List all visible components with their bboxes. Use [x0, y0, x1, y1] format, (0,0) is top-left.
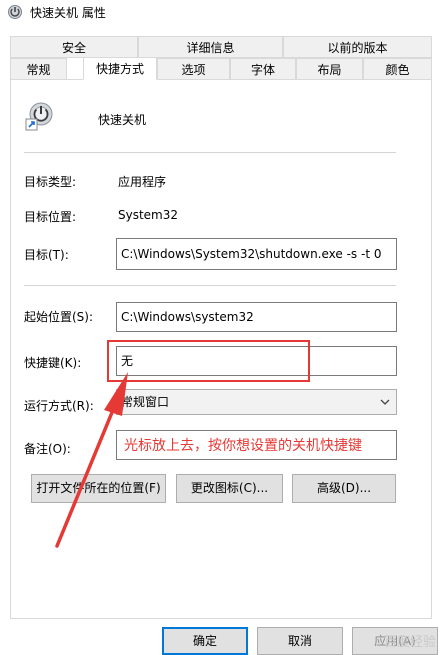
- annotation-arrow: [55, 372, 128, 548]
- watermark: 百度经验: [383, 635, 436, 650]
